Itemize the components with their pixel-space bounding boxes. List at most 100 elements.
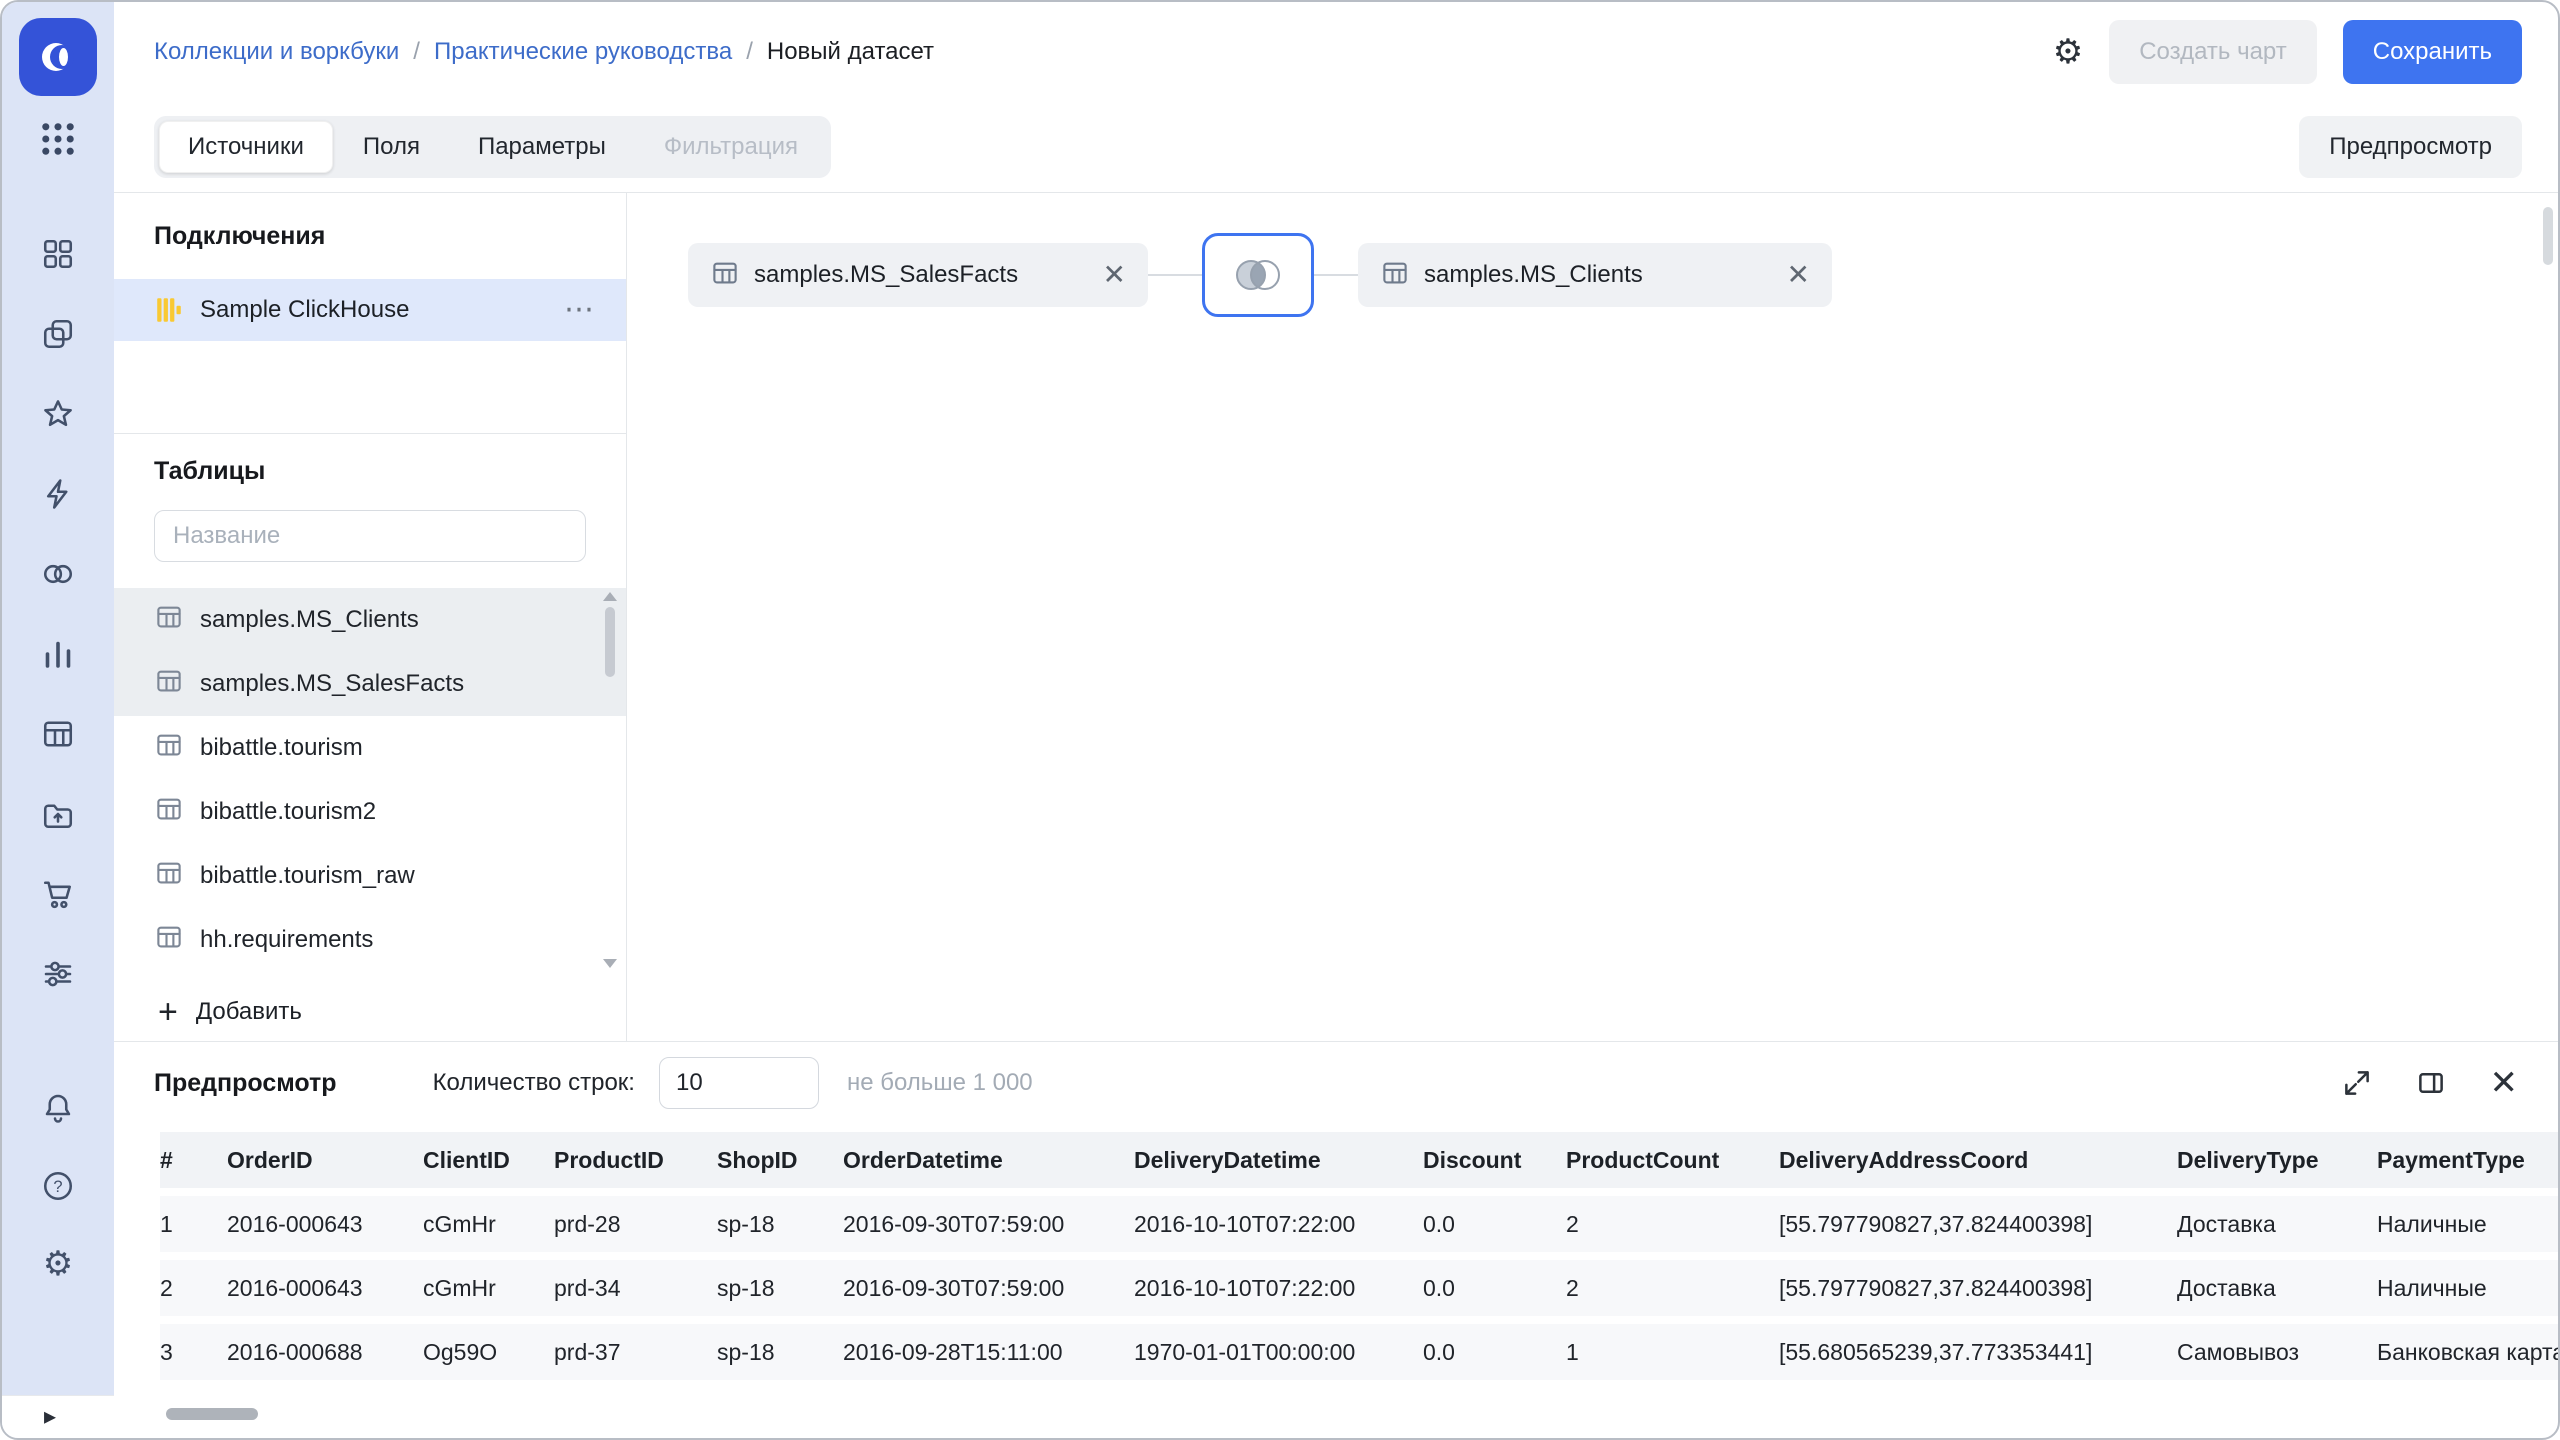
rail-navigation — [2, 214, 114, 1014]
table-list-item[interactable]: bibattle.tourism — [114, 716, 626, 780]
source-table-node[interactable]: samples.MS_SalesFacts ✕ — [688, 243, 1148, 307]
cell: [55.797790827,37.824400398] — [1779, 1196, 2177, 1252]
cell: 2016-10-10T07:22:00 — [1134, 1260, 1423, 1316]
preview-toggle-button[interactable]: Предпросмотр — [2299, 116, 2522, 178]
table-name: samples.MS_SalesFacts — [200, 670, 465, 697]
breadcrumb-current: Новый датасет — [766, 38, 935, 65]
cell: [55.680565239,37.773353441] — [1779, 1324, 2177, 1380]
create-chart-button[interactable]: Создать чарт — [2109, 20, 2317, 84]
preview-table: # OrderID ClientID ProductID ShopID Orde… — [160, 1124, 2558, 1388]
table-list-item[interactable]: bibattle.tourism_raw — [114, 844, 626, 908]
plus-icon: + — [158, 993, 178, 1031]
cell: 2 — [1566, 1260, 1779, 1316]
connection-item[interactable]: Sample ClickHouse ⋯ — [114, 279, 626, 341]
preview-title: Предпросмотр — [154, 1068, 337, 1097]
cell: 2016-10-10T07:22:00 — [1134, 1196, 1423, 1252]
breadcrumb-collections[interactable]: Коллекции и воркбуки — [154, 38, 399, 66]
cell: cGmHr — [423, 1260, 554, 1316]
gear-icon: ⚙ — [42, 1245, 74, 1283]
connection-more-icon[interactable]: ⋯ — [564, 295, 594, 325]
table-search-input[interactable] — [154, 510, 586, 562]
preview-actions: ✕ — [2342, 1066, 2519, 1100]
services-grid-icon[interactable] — [39, 120, 77, 158]
nav-charts[interactable] — [2, 614, 114, 694]
tab-filtering[interactable]: Фильтрация — [636, 121, 826, 173]
table-icon — [154, 858, 184, 895]
preview-horizontal-scrollbar[interactable] — [114, 1396, 2558, 1438]
expand-preview-icon[interactable] — [2342, 1068, 2372, 1098]
cell: 2016-000643 — [227, 1260, 423, 1316]
layers-icon — [43, 319, 73, 349]
expand-panel-icon[interactable]: ▸ — [44, 1405, 56, 1429]
join-type-button[interactable] — [1202, 233, 1314, 317]
column-header: Discount — [1423, 1132, 1566, 1188]
scroll-down-icon[interactable] — [603, 959, 617, 968]
split-panel-icon[interactable] — [2416, 1068, 2446, 1098]
table-list-item[interactable]: bibattle.tourism2 — [114, 780, 626, 844]
tab-parameters[interactable]: Параметры — [450, 121, 634, 173]
cell: sp-18 — [717, 1324, 843, 1380]
row-count-input[interactable] — [658, 1057, 819, 1109]
join-canvas[interactable]: samples.MS_SalesFacts ✕ samples.MS_Clien… — [627, 193, 2558, 1041]
help-icon: ? — [43, 1171, 73, 1201]
scroll-up-icon[interactable] — [603, 592, 617, 601]
cell: 1970-01-01T00:00:00 — [1134, 1324, 1423, 1380]
canvas-scrollbar-thumb[interactable] — [2543, 207, 2553, 265]
column-header: DeliveryDatetime — [1134, 1132, 1423, 1188]
table-name: samples.MS_Clients — [200, 606, 419, 633]
tab-fields[interactable]: Поля — [335, 121, 448, 173]
nav-collections[interactable] — [2, 294, 114, 374]
cell: 2016-09-30T07:59:00 — [843, 1260, 1134, 1316]
connection-name: Sample ClickHouse — [200, 296, 410, 323]
nav-files[interactable] — [2, 774, 114, 854]
cell: Самовывоз — [2177, 1324, 2377, 1380]
nav-favorites[interactable] — [2, 374, 114, 454]
nav-tables[interactable] — [2, 694, 114, 774]
cell: 0.0 — [1423, 1260, 1566, 1316]
table-icon — [154, 666, 184, 703]
remove-table-icon[interactable]: ✕ — [1103, 261, 1126, 289]
scrollbar-thumb[interactable] — [605, 607, 615, 677]
notifications-button[interactable] — [2, 1069, 114, 1147]
tab-sources[interactable]: Источники — [159, 121, 333, 173]
close-preview-icon[interactable]: ✕ — [2490, 1066, 2519, 1100]
column-header: ShopID — [717, 1132, 843, 1188]
nav-service-settings[interactable] — [2, 934, 114, 1014]
column-header: DeliveryAddressCoord — [1779, 1132, 2177, 1188]
datalens-logo-icon — [42, 43, 74, 71]
table-icon — [154, 602, 184, 639]
datalens-logo[interactable] — [19, 18, 97, 96]
add-table-button[interactable]: + Добавить — [114, 984, 626, 1040]
horizontal-scrollbar-thumb[interactable] — [166, 1408, 258, 1420]
left-rail: ? ⚙ ▸ — [2, 2, 114, 1438]
table-name: hh.requirements — [200, 926, 374, 953]
table-list-item[interactable]: hh.requirements — [114, 908, 626, 972]
squares-grid-icon — [43, 239, 73, 269]
sources-content: Подключения Sample ClickHouse ⋯ Таблицы … — [114, 192, 2558, 1041]
settings-button[interactable]: ⚙ — [2, 1225, 114, 1303]
bell-icon — [45, 1094, 71, 1123]
dataset-tabs: Источники Поля Параметры Фильтрация — [154, 116, 832, 178]
star-icon — [44, 400, 72, 427]
nav-marketplace[interactable] — [2, 854, 114, 934]
column-header: DeliveryType — [2177, 1132, 2377, 1188]
nav-datasets[interactable] — [2, 534, 114, 614]
save-button[interactable]: Сохранить — [2342, 20, 2522, 84]
cell: Банковская карта — [2377, 1324, 2558, 1380]
cell: prd-37 — [554, 1324, 717, 1380]
sliders-icon — [44, 961, 72, 987]
nav-dashboards[interactable] — [2, 214, 114, 294]
table-list-item[interactable]: samples.MS_Clients — [114, 588, 626, 652]
tables-list-scrollbar[interactable] — [602, 592, 618, 968]
cell: 1 — [160, 1196, 227, 1252]
joined-table-node[interactable]: samples.MS_Clients ✕ — [1358, 243, 1832, 307]
breadcrumb-guides[interactable]: Практические руководства — [434, 38, 732, 66]
column-header: PaymentType — [2377, 1132, 2558, 1188]
dataset-settings-gear-icon[interactable]: ⚙ — [2053, 35, 2083, 69]
remove-table-icon[interactable]: ✕ — [1787, 261, 1810, 289]
nav-connections[interactable] — [2, 454, 114, 534]
cell: 3 — [160, 1324, 227, 1380]
table-list-item[interactable]: samples.MS_SalesFacts — [114, 652, 626, 716]
preview-table-container: # OrderID ClientID ProductID ShopID Orde… — [114, 1124, 2558, 1396]
help-button[interactable]: ? — [2, 1147, 114, 1225]
